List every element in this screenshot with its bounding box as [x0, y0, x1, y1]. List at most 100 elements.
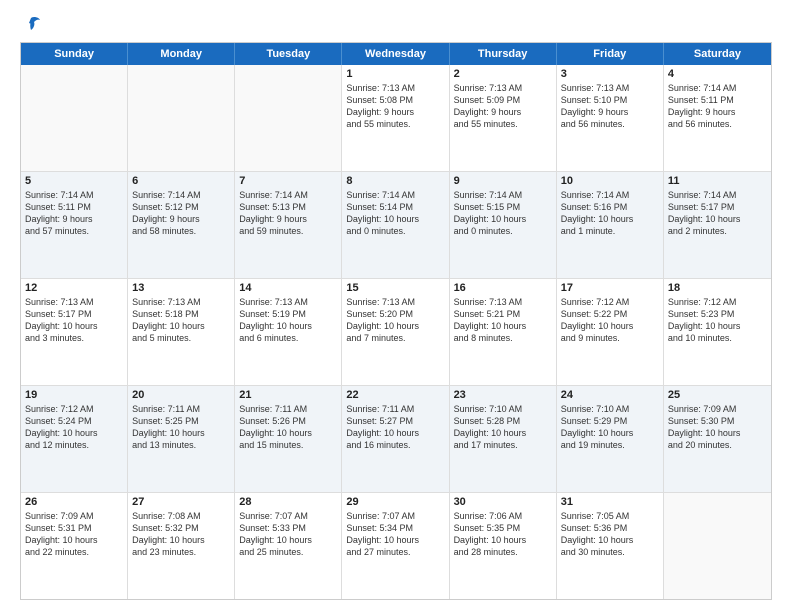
cell-date: 17	[561, 282, 659, 294]
calendar-cell: 7Sunrise: 7:14 AM Sunset: 5:13 PM Daylig…	[235, 172, 342, 278]
calendar-cell: 28 Sunrise: 7:07 AM Sunset: 5:33 PM Dayli…	[235, 493, 342, 599]
calendar-cell: 17Sunrise: 7:12 AM Sunset: 5:22 PM Dayli…	[557, 279, 664, 385]
cell-info: Sunrise: 7:05 AM Sunset: 5:36 PM Dayligh…	[561, 510, 659, 559]
calendar-cell: 16 Sunrise: 7:13 AM Sunset: 5:21 PM Dayli…	[450, 279, 557, 385]
cell-info: Sunrise: 7:13 AM Sunset: 5:10 PM Dayligh…	[561, 82, 659, 131]
calendar-cell: 2 Sunrise: 7:13 AM Sunset: 5:09 PM Daylig…	[450, 65, 557, 171]
page: SundayMondayTuesdayWednesdayThursdayFrid…	[0, 0, 792, 612]
calendar-row-3: 12 Sunrise: 7:13 AM Sunset: 5:17 PM Dayli…	[21, 279, 771, 386]
cell-date: 10	[561, 175, 659, 187]
calendar-header: SundayMondayTuesdayWednesdayThursdayFrid…	[21, 43, 771, 65]
cell-date: 8	[346, 175, 444, 187]
calendar-cell: 31 Sunrise: 7:05 AM Sunset: 5:36 PM Dayli…	[557, 493, 664, 599]
cell-date: 20	[132, 389, 230, 401]
cell-info: Sunrise: 7:09 AM Sunset: 5:31 PM Dayligh…	[25, 510, 123, 559]
cell-date: 29	[346, 496, 444, 508]
cell-date: 4	[668, 68, 767, 80]
cell-date: 26	[25, 496, 123, 508]
cell-date: 11	[668, 175, 767, 187]
cell-info: Sunrise: 7:11 AM Sunset: 5:27 PM Dayligh…	[346, 403, 444, 452]
cell-info: Sunrise: 7:07 AM Sunset: 5:33 PM Dayligh…	[239, 510, 337, 559]
calendar-row-5: 26 Sunrise: 7:09 AM Sunset: 5:31 PM Dayli…	[21, 493, 771, 599]
calendar-cell	[664, 493, 771, 599]
cell-info: Sunrise: 7:09 AM Sunset: 5:30 PM Dayligh…	[668, 403, 767, 452]
logo	[20, 16, 42, 32]
calendar-cell: 14 Sunrise: 7:13 AM Sunset: 5:19 PM Dayli…	[235, 279, 342, 385]
calendar-cell: 25 Sunrise: 7:09 AM Sunset: 5:30 PM Dayli…	[664, 386, 771, 492]
calendar-cell: 10 Sunrise: 7:14 AM Sunset: 5:16 PM Dayli…	[557, 172, 664, 278]
cell-info: Sunrise: 7:08 AM Sunset: 5:32 PM Dayligh…	[132, 510, 230, 559]
cell-info: Sunrise: 7:06 AM Sunset: 5:35 PM Dayligh…	[454, 510, 552, 559]
cell-date: 14	[239, 282, 337, 294]
day-header-monday: Monday	[128, 43, 235, 65]
cell-date: 16	[454, 282, 552, 294]
cell-info: Sunrise: 7:14 AM Sunset: 5:16 PM Dayligh…	[561, 189, 659, 238]
cell-date: 27	[132, 496, 230, 508]
cell-info: Sunrise: 7:13 AM Sunset: 5:21 PM Dayligh…	[454, 296, 552, 345]
cell-info: Sunrise: 7:12 AM Sunset: 5:24 PM Dayligh…	[25, 403, 123, 452]
cell-date: 6	[132, 175, 230, 187]
calendar-cell: 1 Sunrise: 7:13 AM Sunset: 5:08 PM Daylig…	[342, 65, 449, 171]
calendar-row-1: 1 Sunrise: 7:13 AM Sunset: 5:08 PM Daylig…	[21, 65, 771, 172]
calendar-cell: 26 Sunrise: 7:09 AM Sunset: 5:31 PM Dayli…	[21, 493, 128, 599]
calendar: SundayMondayTuesdayWednesdayThursdayFrid…	[20, 42, 772, 600]
cell-info: Sunrise: 7:13 AM Sunset: 5:09 PM Dayligh…	[454, 82, 552, 131]
cell-date: 13	[132, 282, 230, 294]
calendar-cell	[235, 65, 342, 171]
day-header-thursday: Thursday	[450, 43, 557, 65]
calendar-cell: 23 Sunrise: 7:10 AM Sunset: 5:28 PM Dayli…	[450, 386, 557, 492]
calendar-cell: 5 Sunrise: 7:14 AM Sunset: 5:11 PM Daylig…	[21, 172, 128, 278]
cell-info: Sunrise: 7:14 AM Sunset: 5:17 PM Dayligh…	[668, 189, 767, 238]
calendar-cell: 12 Sunrise: 7:13 AM Sunset: 5:17 PM Dayli…	[21, 279, 128, 385]
cell-info: Sunrise: 7:10 AM Sunset: 5:29 PM Dayligh…	[561, 403, 659, 452]
day-header-sunday: Sunday	[21, 43, 128, 65]
calendar-cell: 27 Sunrise: 7:08 AM Sunset: 5:32 PM Dayli…	[128, 493, 235, 599]
cell-date: 30	[454, 496, 552, 508]
cell-date: 3	[561, 68, 659, 80]
cell-info: Sunrise: 7:11 AM Sunset: 5:25 PM Dayligh…	[132, 403, 230, 452]
cell-info: Sunrise: 7:14 AM Sunset: 5:11 PM Dayligh…	[25, 189, 123, 238]
calendar-cell: 21Sunrise: 7:11 AM Sunset: 5:26 PM Dayli…	[235, 386, 342, 492]
cell-info: Sunrise: 7:13 AM Sunset: 5:19 PM Dayligh…	[239, 296, 337, 345]
calendar-cell: 6Sunrise: 7:14 AM Sunset: 5:12 PM Daylig…	[128, 172, 235, 278]
calendar-cell: 22 Sunrise: 7:11 AM Sunset: 5:27 PM Dayli…	[342, 386, 449, 492]
cell-date: 22	[346, 389, 444, 401]
calendar-row-4: 19 Sunrise: 7:12 AM Sunset: 5:24 PM Dayli…	[21, 386, 771, 493]
calendar-cell: 29 Sunrise: 7:07 AM Sunset: 5:34 PM Dayli…	[342, 493, 449, 599]
calendar-cell: 9 Sunrise: 7:14 AM Sunset: 5:15 PM Daylig…	[450, 172, 557, 278]
cell-date: 23	[454, 389, 552, 401]
cell-date: 19	[25, 389, 123, 401]
calendar-cell: 13Sunrise: 7:13 AM Sunset: 5:18 PM Dayli…	[128, 279, 235, 385]
day-header-wednesday: Wednesday	[342, 43, 449, 65]
cell-date: 31	[561, 496, 659, 508]
calendar-cell: 19 Sunrise: 7:12 AM Sunset: 5:24 PM Dayli…	[21, 386, 128, 492]
calendar-body: 1 Sunrise: 7:13 AM Sunset: 5:08 PM Daylig…	[21, 65, 771, 599]
cell-date: 12	[25, 282, 123, 294]
cell-info: Sunrise: 7:14 AM Sunset: 5:13 PM Dayligh…	[239, 189, 337, 238]
cell-date: 5	[25, 175, 123, 187]
cell-info: Sunrise: 7:07 AM Sunset: 5:34 PM Dayligh…	[346, 510, 444, 559]
cell-date: 28	[239, 496, 337, 508]
cell-info: Sunrise: 7:10 AM Sunset: 5:28 PM Dayligh…	[454, 403, 552, 452]
cell-date: 2	[454, 68, 552, 80]
cell-date: 25	[668, 389, 767, 401]
calendar-cell	[128, 65, 235, 171]
cell-date: 9	[454, 175, 552, 187]
calendar-cell: 3 Sunrise: 7:13 AM Sunset: 5:10 PM Daylig…	[557, 65, 664, 171]
calendar-cell: 18Sunrise: 7:12 AM Sunset: 5:23 PM Dayli…	[664, 279, 771, 385]
calendar-row-2: 5 Sunrise: 7:14 AM Sunset: 5:11 PM Daylig…	[21, 172, 771, 279]
cell-date: 24	[561, 389, 659, 401]
cell-date: 15	[346, 282, 444, 294]
day-header-tuesday: Tuesday	[235, 43, 342, 65]
cell-info: Sunrise: 7:13 AM Sunset: 5:17 PM Dayligh…	[25, 296, 123, 345]
cell-info: Sunrise: 7:13 AM Sunset: 5:08 PM Dayligh…	[346, 82, 444, 131]
cell-date: 1	[346, 68, 444, 80]
day-header-saturday: Saturday	[664, 43, 771, 65]
cell-info: Sunrise: 7:11 AM Sunset: 5:26 PM Dayligh…	[239, 403, 337, 452]
cell-info: Sunrise: 7:14 AM Sunset: 5:15 PM Dayligh…	[454, 189, 552, 238]
cell-info: Sunrise: 7:13 AM Sunset: 5:20 PM Dayligh…	[346, 296, 444, 345]
calendar-cell: 11 Sunrise: 7:14 AM Sunset: 5:17 PM Dayli…	[664, 172, 771, 278]
logo-text	[20, 16, 42, 32]
calendar-cell: 4Sunrise: 7:14 AM Sunset: 5:11 PM Daylig…	[664, 65, 771, 171]
cell-date: 18	[668, 282, 767, 294]
